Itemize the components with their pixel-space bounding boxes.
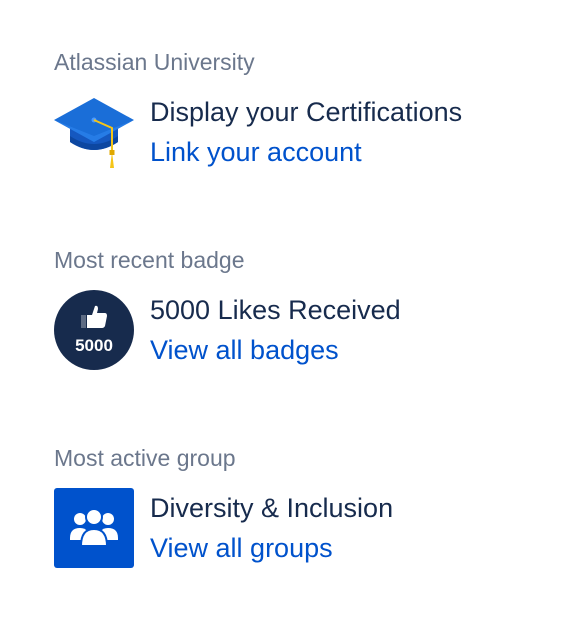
badge-row: 5000 5000 Likes Received View all badges <box>54 290 554 370</box>
active-group-section: Most active group Diversity & Inclusion … <box>54 444 554 574</box>
group-row: Diversity & Inclusion View all groups <box>54 488 554 568</box>
view-all-groups-link[interactable]: View all groups <box>150 530 393 566</box>
group-square <box>54 488 134 568</box>
group-icon <box>54 488 134 568</box>
section-title: Most active group <box>54 445 236 471</box>
group-text: Diversity & Inclusion View all groups <box>150 490 393 566</box>
atlassian-university-section: Atlassian University Display your Certif… <box>54 48 554 178</box>
recent-badge-section: Most recent badge 5000 5000 Likes Receiv… <box>54 246 554 376</box>
graduation-cap-icon <box>54 92 134 172</box>
badge-text: 5000 Likes Received View all badges <box>150 292 401 368</box>
certifications-text: Display your Certifications Link your ac… <box>150 94 462 170</box>
section-title: Most recent badge <box>54 247 245 273</box>
view-all-badges-link[interactable]: View all badges <box>150 332 401 368</box>
profile-sidebar-panel: Atlassian University Display your Certif… <box>0 0 584 630</box>
section-title: Atlassian University <box>54 49 255 75</box>
thumbs-up-badge-icon: 5000 <box>54 290 134 370</box>
certifications-row: Display your Certifications Link your ac… <box>54 92 554 172</box>
badge-number: 5000 <box>75 336 113 355</box>
link-account-link[interactable]: Link your account <box>150 134 462 170</box>
group-label: Diversity & Inclusion <box>150 493 394 523</box>
certifications-label: Display your Certifications <box>150 97 463 127</box>
badge-circle: 5000 <box>54 290 134 370</box>
badge-label: 5000 Likes Received <box>150 295 401 325</box>
